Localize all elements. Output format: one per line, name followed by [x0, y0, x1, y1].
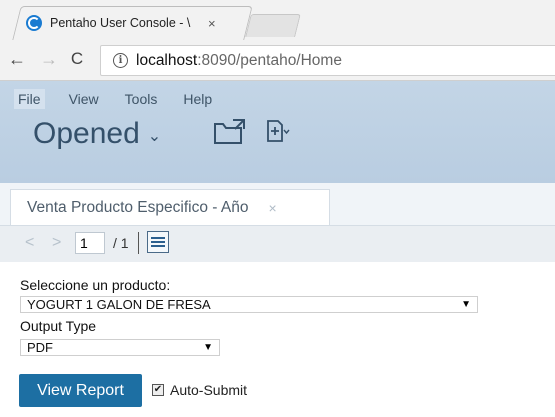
back-icon[interactable]: ←: [6, 48, 28, 70]
report-tab-title: Venta Producto Especifico - Año: [27, 198, 249, 216]
dropdown-arrow-icon: ▼: [461, 299, 471, 310]
browser-tabstrip: Pentaho User Console - \ ×: [0, 0, 555, 41]
view-report-button[interactable]: View Report: [19, 374, 142, 407]
menu-view[interactable]: View: [67, 89, 101, 109]
menu-help[interactable]: Help: [181, 89, 214, 109]
new-tab-button[interactable]: [245, 14, 301, 37]
reload-icon[interactable]: C: [66, 48, 88, 70]
url-path: :8090/pentaho/Home: [197, 51, 342, 69]
parameter-panel: Seleccione un producto: YOGURT 1 GALON D…: [0, 262, 555, 417]
address-bar[interactable]: i localhost :8090/pentaho/Home: [100, 45, 555, 76]
url-host: localhost: [136, 51, 198, 69]
perspective-switcher[interactable]: Opened ⌄: [33, 117, 161, 151]
browser-tab-content[interactable]: Pentaho User Console - \ ×: [26, 11, 246, 35]
next-page-icon[interactable]: >: [52, 234, 61, 252]
app-header: File View Tools Help Opened ⌄: [0, 81, 555, 183]
new-file-icon[interactable]: [266, 117, 290, 145]
menu-tools[interactable]: Tools: [123, 89, 160, 109]
product-select-value: YOGURT 1 GALON DE FRESA: [27, 297, 211, 312]
report-tabbar: Venta Producto Especifico - Año ×: [0, 183, 555, 226]
menubar: File View Tools Help: [14, 89, 236, 109]
dropdown-arrow-icon: ▼: [203, 342, 213, 353]
page-total: / 1: [113, 235, 129, 251]
browser-toolbar: ← → C i localhost :8090/pentaho/Home: [0, 40, 555, 81]
browser-tab-close-icon[interactable]: ×: [208, 16, 216, 31]
report-tab-close-icon[interactable]: ×: [268, 200, 276, 216]
auto-submit-label: Auto-Submit: [170, 382, 248, 398]
browser-tab-title: Pentaho User Console - \: [50, 16, 191, 30]
toggle-parameters-icon[interactable]: [147, 231, 169, 253]
perspective-label: Opened: [33, 117, 140, 150]
product-label: Seleccione un producto:: [20, 277, 171, 293]
chevron-down-icon: ⌄: [147, 128, 162, 145]
output-type-value: PDF: [27, 340, 53, 355]
page-number-input[interactable]: [75, 232, 105, 254]
output-type-select[interactable]: PDF ▼: [20, 339, 220, 356]
auto-submit-toggle[interactable]: ✔ Auto-Submit: [152, 382, 247, 398]
pager-divider: [138, 232, 139, 254]
menu-file[interactable]: File: [14, 89, 45, 109]
forward-icon[interactable]: →: [38, 48, 60, 70]
site-info-icon[interactable]: i: [113, 53, 128, 68]
product-select[interactable]: YOGURT 1 GALON DE FRESA ▼: [20, 296, 478, 313]
auto-submit-checkbox[interactable]: ✔: [152, 384, 164, 396]
output-type-label: Output Type: [20, 318, 97, 334]
report-tab[interactable]: Venta Producto Especifico - Año ×: [10, 189, 330, 225]
pentaho-favicon-icon: [26, 15, 42, 31]
previous-page-icon[interactable]: <: [25, 234, 34, 252]
report-pager: < > / 1: [0, 226, 555, 263]
open-folder-icon[interactable]: [213, 117, 247, 145]
